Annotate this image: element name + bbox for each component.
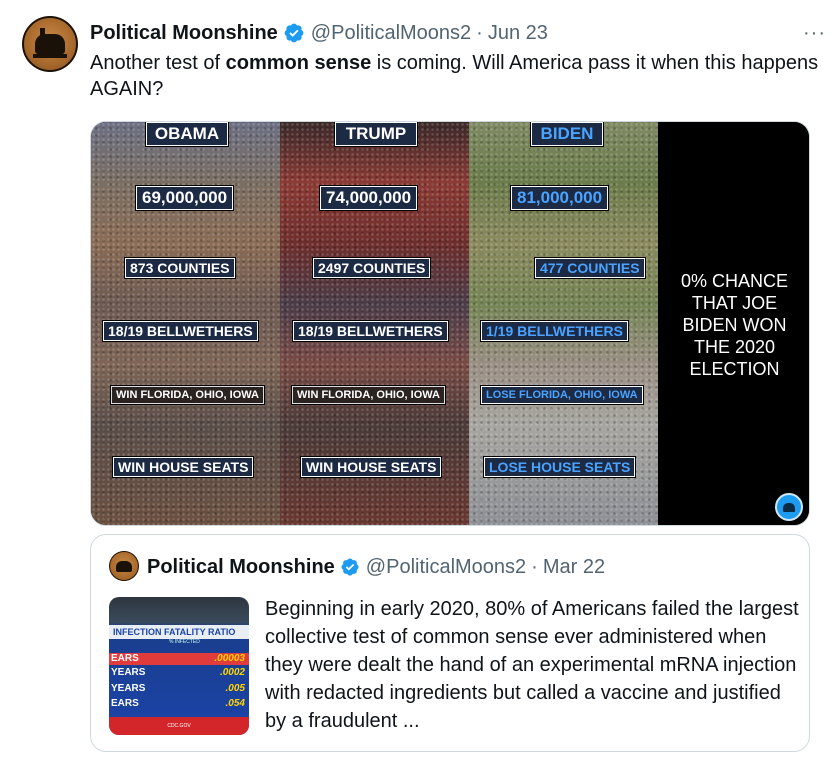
trump-house: WIN HOUSE SEATS	[301, 457, 442, 477]
more-options-icon[interactable]: ···	[803, 22, 826, 45]
trump-bellwethers: 18/19 BELLWETHERS	[293, 321, 448, 341]
tweet-image[interactable]: OBAMA TRUMP BIDEN 69,000,000 74,000,000 …	[90, 121, 810, 526]
obama-counties: 873 COUNTIES	[125, 258, 235, 278]
tweet-text-bold: common sense	[225, 52, 372, 74]
separator-dot: ·	[531, 555, 538, 578]
quoted-tweet[interactable]: Political Moonshine @PoliticalMoons2 · M…	[90, 534, 810, 752]
conclusion-panel: 0% CHANCE THAT JOE BIDEN WON THE 2020 EL…	[658, 122, 809, 525]
verified-badge-icon	[284, 23, 304, 43]
trump-states: WIN FLORIDA, OHIO, IOWA	[292, 386, 445, 404]
quoted-tweet-date: Mar 22	[542, 555, 606, 578]
quoted-author-name: Political Moonshine	[147, 555, 335, 578]
trump-header: TRUMP	[335, 122, 417, 146]
trump-votes: 74,000,000	[320, 186, 418, 210]
biden-house: LOSE HOUSE SEATS	[484, 457, 636, 477]
quoted-author-handle: @PoliticalMoons2	[365, 555, 527, 578]
tweet-text: Another test of common sense is coming. …	[90, 50, 820, 102]
quoted-tweet-text: Beginning in early 2020, 80% of American…	[265, 598, 799, 732]
biden-votes: 81,000,000	[511, 186, 609, 210]
obama-bellwethers: 18/19 BELLWETHERS	[103, 321, 258, 341]
biden-bellwethers: 1/19 BELLWETHERS	[481, 321, 628, 341]
quoted-tweet-thumbnail: INFECTION FATALITY RATIO % INFECTED EARS…	[109, 597, 249, 735]
author-handle[interactable]: @PoliticalMoons2	[311, 22, 471, 45]
biden-header: BIDEN	[531, 122, 603, 146]
thumb-footer: CDC.GOV	[109, 717, 249, 735]
author-avatar[interactable]	[22, 16, 78, 72]
thumb-row: YEARS .005	[111, 683, 245, 694]
quoted-tweet-header: Political Moonshine @PoliticalMoons2 · M…	[147, 555, 605, 579]
thumb-subtitle: % INFECTED	[169, 639, 200, 645]
verified-badge-icon	[341, 558, 359, 576]
trump-counties: 2497 COUNTIES	[313, 258, 431, 278]
biden-states: LOSE FLORIDA, OHIO, IOWA	[481, 386, 643, 404]
conclusion-text: 0% CHANCE THAT JOE BIDEN WON THE 2020 EL…	[680, 270, 789, 379]
thumb-row: EARS .054	[111, 698, 245, 709]
obama-votes: 69,000,000	[136, 186, 234, 210]
thumb-row: EARS .00003	[109, 653, 249, 665]
obama-header: OBAMA	[146, 122, 228, 146]
obama-house: WIN HOUSE SEATS	[113, 457, 254, 477]
quoted-author-avatar	[109, 551, 139, 581]
thumb-title: INFECTION FATALITY RATIO	[109, 625, 249, 639]
biden-counties: 477 COUNTIES	[535, 258, 645, 278]
tweet-date[interactable]: Jun 23	[488, 22, 548, 45]
tweet-header: Political Moonshine @PoliticalMoons2 · J…	[90, 20, 824, 46]
author-name[interactable]: Political Moonshine	[90, 22, 278, 45]
obama-states: WIN FLORIDA, OHIO, IOWA	[111, 386, 264, 404]
thumb-row: YEARS .0002	[111, 667, 245, 678]
comparison-grid: OBAMA TRUMP BIDEN 69,000,000 74,000,000 …	[91, 122, 658, 525]
watermark-logo-icon	[775, 493, 803, 521]
separator-dot: ·	[476, 21, 483, 44]
tweet-text-part1: Another test of	[90, 52, 226, 74]
